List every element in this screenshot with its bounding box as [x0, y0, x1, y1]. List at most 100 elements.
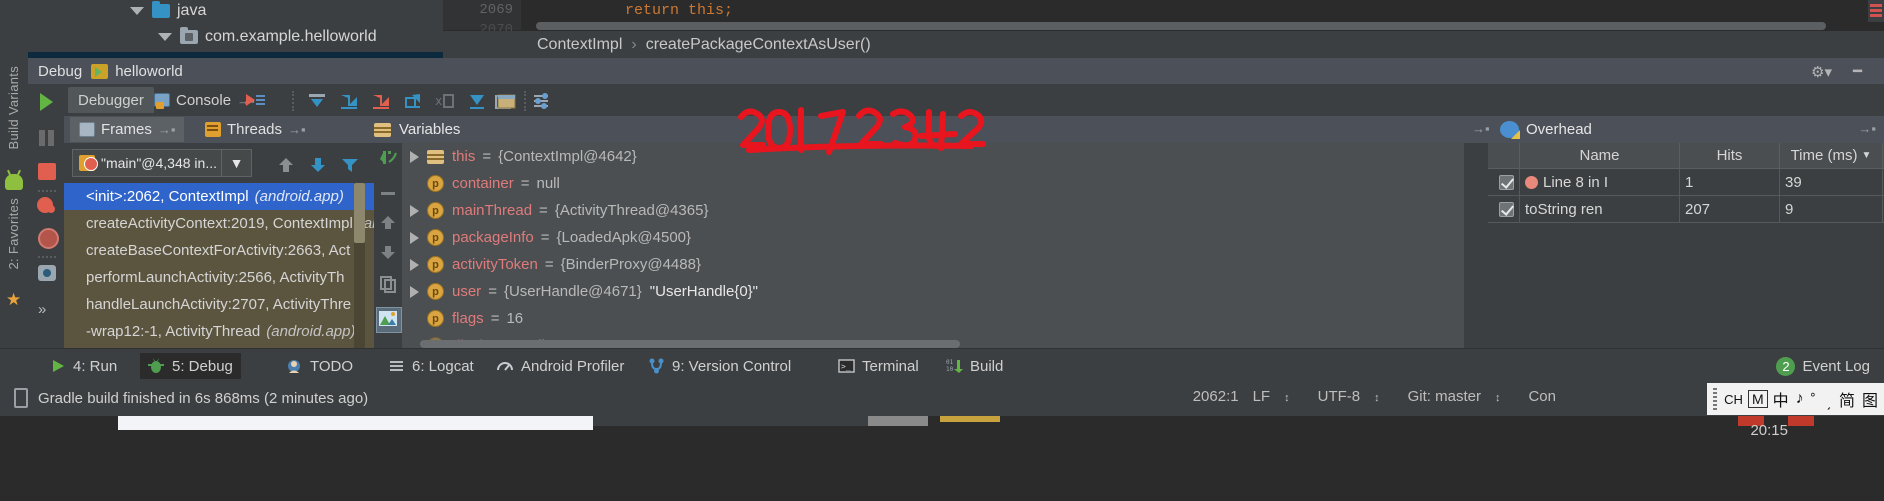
pin-tab-icon[interactable]: →▪: [158, 122, 176, 137]
breadcrumb-class[interactable]: ContextImpl: [537, 36, 622, 54]
bottom-item-build[interactable]: 01 10 Build: [938, 353, 1011, 379]
thread-selector[interactable]: "main"@4,348 in... ▼: [72, 149, 252, 177]
frame-list-item[interactable]: performLaunchActivity:2566, ActivityTh: [64, 264, 374, 291]
ime-toolbox-icon[interactable]: 图: [1862, 387, 1878, 411]
table-row[interactable]: toString ren 207 9: [1488, 196, 1884, 223]
expand-chevron-icon[interactable]: [410, 258, 419, 271]
gear-icon[interactable]: ⚙▾: [1811, 63, 1832, 81]
chevron-down-icon[interactable]: ▼: [221, 149, 251, 177]
checkbox-icon[interactable]: [1498, 201, 1514, 217]
column-header-select[interactable]: [1488, 143, 1520, 168]
variable-row[interactable]: p user = {UserHandle@4671} "UserHandle{0…: [402, 278, 1464, 305]
ime-simplified-toggle[interactable]: 简: [1839, 387, 1855, 411]
tab-threads[interactable]: Threads →▪: [196, 117, 315, 142]
tab-variables[interactable]: Variables: [310, 116, 1464, 143]
bottom-item-android-profiler[interactable]: Android Profiler: [488, 353, 632, 379]
pause-icon[interactable]: [36, 128, 58, 148]
editor-error-stripe[interactable]: [1868, 0, 1884, 22]
image-inspect-icon[interactable]: [376, 307, 402, 333]
checkbox-icon[interactable]: [1498, 174, 1514, 190]
column-header-time[interactable]: Time (ms) ▼: [1780, 143, 1883, 168]
bottom-item-debug[interactable]: 5: Debug: [140, 353, 241, 379]
git-branch[interactable]: Git: master ↕: [1408, 388, 1515, 405]
taskbar-item[interactable]: [1788, 416, 1814, 426]
sidebar-item-build-variants[interactable]: Build Variants: [6, 66, 21, 149]
breadcrumb-method[interactable]: createPackageContextAsUser(): [646, 36, 871, 54]
pin-tab-icon-right[interactable]: →▪: [1858, 121, 1876, 136]
filter-icon[interactable]: [340, 156, 360, 174]
column-header-name[interactable]: Name: [1520, 143, 1680, 168]
force-step-into-icon[interactable]: [370, 92, 392, 111]
ime-toolbar[interactable]: CH M 中 ♪ ゜͵ 简 图: [1707, 383, 1884, 415]
minus-icon[interactable]: [378, 183, 399, 202]
arrow-up-icon[interactable]: [276, 156, 296, 174]
tab-frames[interactable]: Frames →▪: [70, 117, 185, 142]
variable-row[interactable]: p activityToken = {BinderProxy@4488}: [402, 251, 1464, 278]
frames-list[interactable]: <init>:2062, ContextImpl (android.app) cr…: [64, 183, 374, 348]
layout-icon[interactable]: [496, 92, 518, 111]
camera-icon[interactable]: [36, 264, 58, 284]
event-log-button[interactable]: 2 Event Log: [1776, 353, 1870, 379]
tab-overhead[interactable]: →▪ Overhead →▪: [1464, 116, 1884, 143]
breadcrumb[interactable]: ContextImpl › createPackageContextAsUser…: [443, 31, 1884, 58]
tree-node-java[interactable]: java: [130, 0, 206, 24]
row-checkbox[interactable]: [1488, 169, 1520, 195]
expand-chevron-icon[interactable]: [410, 204, 419, 217]
expand-chevron-icon[interactable]: [410, 150, 419, 163]
frame-list-item[interactable]: -wrap12:-1, ActivityThread (android.app): [64, 318, 374, 345]
column-header-hits[interactable]: Hits: [1680, 143, 1780, 168]
expand-chevron-icon[interactable]: [410, 285, 419, 298]
taskbar-window-preview[interactable]: [118, 416, 593, 430]
status-message[interactable]: Gradle build finished in 6s 868ms (2 min…: [14, 388, 368, 408]
variable-row[interactable]: this = {ContextImpl@4642}: [402, 143, 1464, 170]
pin-tab-icon[interactable]: →▪: [1472, 121, 1490, 136]
taskbar-item[interactable]: [868, 416, 928, 426]
taskbar-item[interactable]: [940, 416, 1000, 422]
bottom-item-todo[interactable]: TODO: [278, 353, 361, 379]
drag-handle-icon[interactable]: [1713, 388, 1718, 410]
expand-chevron-icon[interactable]: [410, 231, 419, 244]
overhead-table[interactable]: Name Hits Time (ms) ▼ Line 8 in I 1 39 t…: [1488, 143, 1884, 223]
file-encoding[interactable]: UTF-8 ↕: [1318, 388, 1394, 405]
editor-horizontal-scrollbar[interactable]: [536, 22, 1826, 30]
chevron-down-icon[interactable]: [158, 33, 172, 41]
frame-list-item[interactable]: handleLaunchActivity:2707, ActivityThre: [64, 291, 374, 318]
arrow-down-icon[interactable]: [378, 243, 399, 262]
stop-icon[interactable]: [36, 162, 58, 182]
add-watch-icon[interactable]: [378, 149, 399, 168]
variable-row[interactable]: p container = null: [402, 170, 1464, 197]
sidebar-item-favorites[interactable]: 2: Favorites: [6, 198, 21, 270]
minimize-icon[interactable]: ━: [1853, 62, 1862, 80]
ime-mode[interactable]: M: [1747, 390, 1768, 408]
row-checkbox[interactable]: [1488, 196, 1520, 222]
step-into-icon[interactable]: [338, 92, 360, 111]
execution-point-icon[interactable]: [244, 92, 266, 111]
bottom-item-logcat[interactable]: 6: Logcat: [380, 353, 482, 379]
project-tree[interactable]: java com.example.helloworld: [0, 0, 443, 58]
step-out-icon[interactable]: [402, 92, 424, 111]
taskbar-item[interactable]: [593, 416, 868, 426]
pin-tab-icon[interactable]: →▪: [288, 122, 306, 137]
caret-position[interactable]: 2062:1: [1193, 388, 1239, 405]
resume-icon[interactable]: [36, 92, 58, 112]
ime-lang[interactable]: CH: [1724, 392, 1743, 407]
breakpoints-icon[interactable]: [36, 196, 58, 216]
ime-chinese-toggle[interactable]: 中: [1773, 387, 1789, 411]
arrow-down-icon[interactable]: [308, 156, 328, 174]
frame-list-item[interactable]: createActivityContext:2019, ContextImpl(…: [64, 210, 374, 237]
step-over-icon[interactable]: [306, 92, 328, 111]
tree-node-package[interactable]: com.example.helloworld: [158, 24, 377, 50]
overhead-panel[interactable]: Name Hits Time (ms) ▼ Line 8 in I 1 39 t…: [1464, 143, 1884, 348]
variable-row[interactable]: p packageInfo = {LoadedApk@4500}: [402, 224, 1464, 251]
mute-breakpoints-icon[interactable]: [36, 228, 59, 249]
run-to-cursor-icon[interactable]: [466, 92, 488, 111]
variables-horizontal-scrollbar[interactable]: [420, 340, 960, 348]
status-extra[interactable]: Con: [1528, 388, 1556, 405]
arrow-up-icon[interactable]: [378, 213, 399, 232]
variables-panel[interactable]: this = {ContextImpl@4642} p container = …: [402, 143, 1464, 348]
bottom-item-version-control[interactable]: 9: Version Control: [640, 353, 799, 379]
line-separator[interactable]: LF ↕: [1253, 388, 1304, 405]
drop-frame-icon[interactable]: x: [434, 92, 456, 111]
bottom-item-run[interactable]: 4: Run: [42, 353, 125, 379]
chevron-double-right-icon[interactable]: »: [38, 301, 46, 318]
